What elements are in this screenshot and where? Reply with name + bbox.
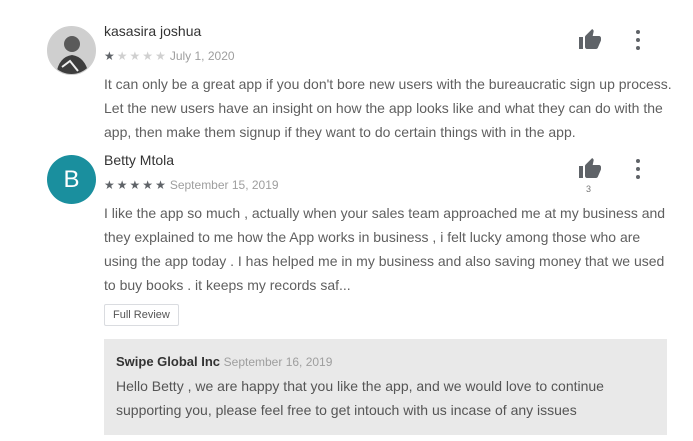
review-author: kasasira joshua (104, 23, 202, 39)
star-filled-icon: ★ (104, 178, 115, 192)
review-date: July 1, 2020 (169, 49, 235, 63)
star-empty-icon: ★ (142, 49, 154, 63)
star-filled-icon: ★ (142, 178, 154, 192)
developer-reply: Swipe Global Inc September 16, 2019 Hell… (104, 339, 667, 435)
user-photo-icon (48, 27, 95, 74)
avatar (47, 26, 96, 75)
thumbs-up-icon[interactable] (577, 157, 603, 181)
reply-date: September 16, 2019 (223, 355, 333, 369)
star-filled-icon: ★ (116, 178, 128, 192)
review-meta: ★ ★ ★ ★ ★ July 1, 2020 (104, 49, 235, 63)
review-meta: ★ ★ ★ ★ ★ September 15, 2019 (104, 178, 279, 192)
star-empty-icon: ★ (116, 49, 128, 63)
star-filled-icon: ★ (104, 49, 115, 63)
helpful-count: 3 (586, 184, 592, 194)
reply-text: Hello Betty , we are happy that you like… (116, 378, 604, 418)
avatar: B (47, 155, 96, 204)
reply-author: Swipe Global Inc (116, 354, 221, 369)
more-options-icon[interactable] (633, 30, 643, 52)
star-rating: ★ ★ ★ ★ ★ (104, 179, 166, 191)
reply-header: Swipe Global Inc September 16, 2019 (116, 354, 332, 369)
review-author: Betty Mtola (104, 152, 175, 168)
more-options-icon[interactable] (633, 159, 643, 181)
star-empty-icon: ★ (129, 49, 141, 63)
review-date: September 15, 2019 (169, 178, 279, 192)
star-filled-icon: ★ (129, 178, 141, 192)
full-review-button[interactable]: Full Review (104, 304, 179, 326)
star-filled-icon: ★ (155, 178, 166, 192)
star-empty-icon: ★ (155, 49, 166, 63)
thumbs-up-icon[interactable] (577, 28, 603, 52)
review-text: I like the app so much , actually when y… (104, 205, 666, 293)
review-text: It can only be a great app if you don't … (104, 76, 672, 140)
star-rating: ★ ★ ★ ★ ★ (104, 50, 166, 62)
